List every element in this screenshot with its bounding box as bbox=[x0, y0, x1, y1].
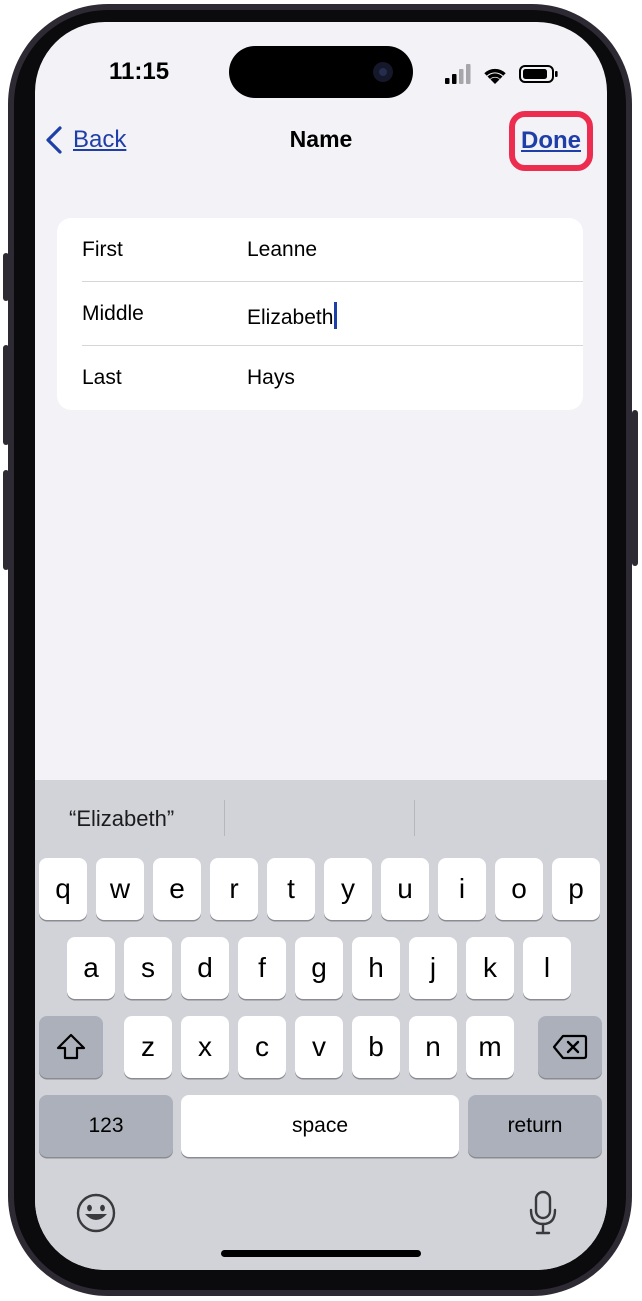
last-name-label: Last bbox=[82, 366, 122, 389]
middle-name-row[interactable]: Middle Elizabeth bbox=[57, 282, 583, 346]
space-key[interactable]: space bbox=[181, 1095, 459, 1157]
key-w[interactable]: w bbox=[96, 858, 144, 920]
volume-down-button bbox=[3, 470, 9, 570]
done-button[interactable]: Done bbox=[509, 111, 593, 171]
cellular-signal-icon bbox=[445, 64, 471, 84]
key-b[interactable]: b bbox=[352, 1016, 400, 1078]
key-l[interactable]: l bbox=[523, 937, 571, 999]
last-name-field[interactable]: Hays bbox=[247, 366, 295, 390]
key-u[interactable]: u bbox=[381, 858, 429, 920]
key-k[interactable]: k bbox=[466, 937, 514, 999]
key-c[interactable]: c bbox=[238, 1016, 286, 1078]
text-cursor bbox=[334, 302, 338, 329]
key-s[interactable]: s bbox=[124, 937, 172, 999]
home-indicator[interactable] bbox=[221, 1250, 421, 1257]
key-v[interactable]: v bbox=[295, 1016, 343, 1078]
suggestion-divider bbox=[224, 800, 225, 836]
key-q[interactable]: q bbox=[39, 858, 87, 920]
middle-name-value: Elizabeth bbox=[247, 306, 334, 329]
key-t[interactable]: t bbox=[267, 858, 315, 920]
key-h[interactable]: h bbox=[352, 937, 400, 999]
front-camera bbox=[373, 62, 393, 82]
key-i[interactable]: i bbox=[438, 858, 486, 920]
middle-name-field[interactable]: Elizabeth bbox=[247, 302, 338, 330]
middle-name-label: Middle bbox=[82, 302, 144, 325]
return-key[interactable]: return bbox=[468, 1095, 602, 1157]
volume-up-button bbox=[3, 345, 9, 445]
first-name-row[interactable]: First Leanne bbox=[57, 218, 583, 282]
last-name-row[interactable]: Last Hays bbox=[57, 346, 583, 410]
key-y[interactable]: y bbox=[324, 858, 372, 920]
mute-switch bbox=[3, 253, 9, 301]
emoji-icon[interactable] bbox=[75, 1192, 117, 1234]
wifi-icon bbox=[484, 68, 506, 84]
status-icons bbox=[445, 64, 558, 84]
key-f[interactable]: f bbox=[238, 937, 286, 999]
key-x[interactable]: x bbox=[181, 1016, 229, 1078]
key-j[interactable]: j bbox=[409, 937, 457, 999]
suggestion-divider bbox=[414, 800, 415, 836]
suggestion-item[interactable]: “Elizabeth” bbox=[69, 806, 174, 832]
back-label: Back bbox=[73, 126, 127, 153]
shift-icon bbox=[56, 1033, 86, 1060]
name-fields-card: First Leanne Middle Elizabeth Last Hays bbox=[57, 218, 583, 410]
first-name-field[interactable]: Leanne bbox=[247, 238, 317, 262]
key-r[interactable]: r bbox=[210, 858, 258, 920]
first-name-label: First bbox=[82, 238, 123, 261]
chevron-left-icon bbox=[46, 126, 62, 154]
back-button[interactable]: Back bbox=[45, 120, 126, 160]
keyboard: “Elizabeth” q w e r t y u i o p a s d f … bbox=[35, 780, 607, 1270]
key-p[interactable]: p bbox=[552, 858, 600, 920]
key-a[interactable]: a bbox=[67, 937, 115, 999]
key-m[interactable]: m bbox=[466, 1016, 514, 1078]
numbers-key[interactable]: 123 bbox=[39, 1095, 173, 1157]
key-e[interactable]: e bbox=[153, 858, 201, 920]
key-z[interactable]: z bbox=[124, 1016, 172, 1078]
power-button bbox=[632, 410, 638, 566]
key-n[interactable]: n bbox=[409, 1016, 457, 1078]
done-label: Done bbox=[521, 127, 581, 154]
screen: 11:15 Back Name Done First Leanne Middle… bbox=[35, 22, 607, 1270]
microphone-icon[interactable] bbox=[528, 1190, 558, 1236]
battery-icon bbox=[519, 65, 558, 83]
status-time: 11:15 bbox=[109, 58, 170, 85]
key-g[interactable]: g bbox=[295, 937, 343, 999]
shift-key[interactable] bbox=[39, 1016, 103, 1078]
key-o[interactable]: o bbox=[495, 858, 543, 920]
key-d[interactable]: d bbox=[181, 937, 229, 999]
backspace-icon bbox=[552, 1034, 588, 1060]
delete-key[interactable] bbox=[538, 1016, 602, 1078]
